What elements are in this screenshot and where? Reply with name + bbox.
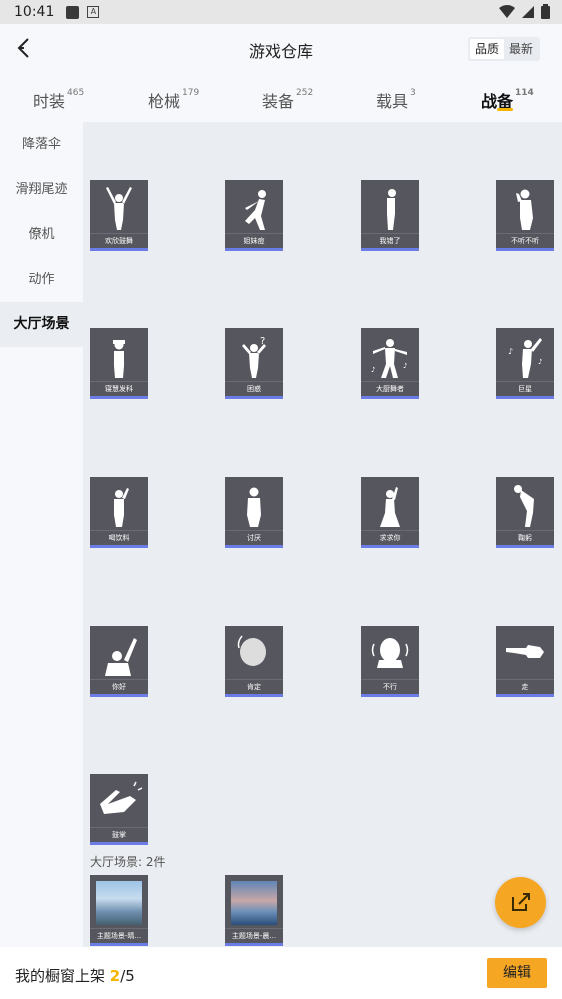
superstar-figure-icon: ♪♪ bbox=[508, 338, 542, 378]
action-card[interactable]: 不听不听 bbox=[496, 180, 554, 251]
card-label: 寝慧发科 bbox=[90, 381, 148, 395]
share-button[interactable] bbox=[495, 877, 546, 928]
card-label: 肯定 bbox=[225, 679, 283, 693]
sort-newest-button[interactable]: 最新 bbox=[504, 39, 538, 59]
action-card[interactable]: 我错了 bbox=[361, 180, 419, 251]
shaking-head-icon bbox=[371, 638, 409, 668]
card-label: 巨星 bbox=[496, 381, 554, 395]
action-card[interactable]: 肯定 bbox=[225, 626, 283, 697]
svg-text:♪: ♪ bbox=[508, 347, 513, 356]
sidebar-item-lobby-scene[interactable]: 大厅场景 bbox=[0, 302, 83, 347]
status-time: 10:41 bbox=[14, 4, 55, 20]
covering-ears-figure-icon bbox=[516, 189, 533, 230]
status-bar: 10:41 A bbox=[0, 0, 562, 24]
card-label: 求求你 bbox=[361, 530, 419, 544]
card-label: 主题场景-晴... bbox=[90, 928, 148, 942]
action-card[interactable]: 寝慧发科 bbox=[90, 328, 148, 399]
action-card[interactable]: 讨厌 bbox=[225, 477, 283, 548]
card-label: 鞠躬 bbox=[496, 530, 554, 544]
active-tab-indicator bbox=[497, 108, 513, 111]
action-card[interactable]: 喝饮料 bbox=[90, 477, 148, 548]
svg-text:♪: ♪ bbox=[538, 358, 542, 366]
wifi-icon bbox=[499, 4, 515, 18]
card-label: 讨厌 bbox=[225, 530, 283, 544]
card-label: 不行 bbox=[361, 679, 419, 693]
confused-figure-icon: ? bbox=[242, 336, 266, 378]
card-label: 我错了 bbox=[361, 233, 419, 247]
svg-text:♪: ♪ bbox=[371, 366, 375, 374]
action-card[interactable]: 姐妹痘 bbox=[225, 180, 283, 251]
sort-quality-button[interactable]: 品质 bbox=[469, 39, 504, 59]
drinking-figure-icon bbox=[114, 488, 129, 527]
card-label: 你好 bbox=[90, 679, 148, 693]
action-card[interactable]: 你好 bbox=[90, 626, 148, 697]
arms-raised-figure-icon bbox=[106, 187, 132, 230]
action-card[interactable]: 走 bbox=[496, 626, 554, 697]
card-label: 不听不听 bbox=[496, 233, 554, 247]
battery-icon bbox=[541, 4, 550, 19]
notification-icon bbox=[66, 5, 80, 19]
action-card[interactable]: 欢欣鼓舞 bbox=[90, 180, 148, 251]
edit-button[interactable]: 编辑 bbox=[487, 958, 547, 988]
clapping-hands-icon bbox=[100, 781, 143, 814]
app-notification-icon: A bbox=[87, 6, 100, 18]
action-card[interactable]: ? 困惑 bbox=[225, 328, 283, 399]
dancing-figure-icon bbox=[245, 190, 266, 230]
share-icon bbox=[512, 893, 530, 911]
scene-card[interactable]: 主题场景-晴... bbox=[90, 875, 148, 946]
card-label: 主题场景-晨... bbox=[225, 928, 283, 942]
hands-on-head-figure-icon bbox=[113, 340, 125, 378]
card-label: 困惑 bbox=[225, 381, 283, 395]
sea-scene-thumbnail bbox=[231, 881, 277, 925]
shelf-status: 我的橱窗上架 2/5 bbox=[15, 967, 135, 985]
tab-vehicles[interactable]: 载具 3 bbox=[376, 88, 416, 112]
card-label: 大厨舞者 bbox=[361, 381, 419, 395]
lobby-scene-count: 大厅场景: 2件 bbox=[90, 855, 166, 869]
waving-figure-icon bbox=[105, 638, 137, 676]
bowing-figure-icon bbox=[387, 189, 396, 230]
signal-icon bbox=[522, 5, 534, 18]
card-label: 欢欣鼓舞 bbox=[90, 233, 148, 247]
bow-figure-icon bbox=[514, 485, 534, 527]
scene-card[interactable]: 主题场景-晨... bbox=[225, 875, 283, 946]
action-card[interactable]: ♪ ♪ 巨星 bbox=[496, 328, 554, 399]
category-tabs: 时装 465 枪械 179 装备 252 载具 3 战备 114 bbox=[0, 74, 562, 122]
svg-text:♪: ♪ bbox=[403, 362, 407, 370]
nodding-head-icon bbox=[237, 635, 266, 666]
sidebar: 降落伞 滑翔尾迹 僚机 动作 大厅场景 bbox=[0, 122, 83, 947]
action-card[interactable]: ♪ ♪ 大厨舞者 bbox=[361, 328, 419, 399]
sidebar-item-wingman[interactable]: 僚机 bbox=[0, 212, 83, 257]
sidebar-item-actions[interactable]: 动作 bbox=[0, 257, 83, 302]
items-grid: 欢欣鼓舞 姐妹痘 我错了 不听不听 寝慧发科 ? 困惑 ♪ ♪ 大厨舞者 ♪ ♪ 巨… bbox=[83, 122, 562, 947]
card-label: 鼓掌 bbox=[90, 827, 148, 841]
card-label: 姐妹痘 bbox=[225, 233, 283, 247]
dislike-figure-icon bbox=[247, 487, 261, 527]
dancer-figure-icon: ♪ ♪ bbox=[371, 339, 407, 378]
tab-fashion[interactable]: 时装 465 bbox=[33, 88, 84, 112]
card-label: 走 bbox=[496, 679, 554, 693]
action-card[interactable]: 求求你 bbox=[361, 477, 419, 548]
pointing-hand-icon bbox=[506, 645, 544, 658]
sidebar-item-glide-trail[interactable]: 滑翔尾迹 bbox=[0, 167, 83, 212]
tab-guns[interactable]: 枪械 179 bbox=[148, 88, 199, 112]
action-card[interactable]: 鼓掌 bbox=[90, 774, 148, 845]
begging-figure-icon bbox=[380, 487, 400, 527]
sort-toggle[interactable]: 品质 最新 bbox=[467, 37, 540, 61]
header: 游戏仓库 品质 最新 bbox=[0, 24, 562, 74]
sidebar-item-parachute[interactable]: 降落伞 bbox=[0, 122, 83, 167]
action-card[interactable]: 不行 bbox=[361, 626, 419, 697]
shelf-current-count: 2 bbox=[109, 967, 121, 985]
sky-scene-thumbnail bbox=[96, 881, 142, 925]
bottom-bar: 我的橱窗上架 2/5 编辑 bbox=[0, 947, 562, 999]
card-label: 喝饮料 bbox=[90, 530, 148, 544]
action-card[interactable]: 鞠躬 bbox=[496, 477, 554, 548]
shelf-total-count: /5 bbox=[120, 967, 135, 985]
tab-equipment[interactable]: 装备 252 bbox=[262, 88, 313, 112]
